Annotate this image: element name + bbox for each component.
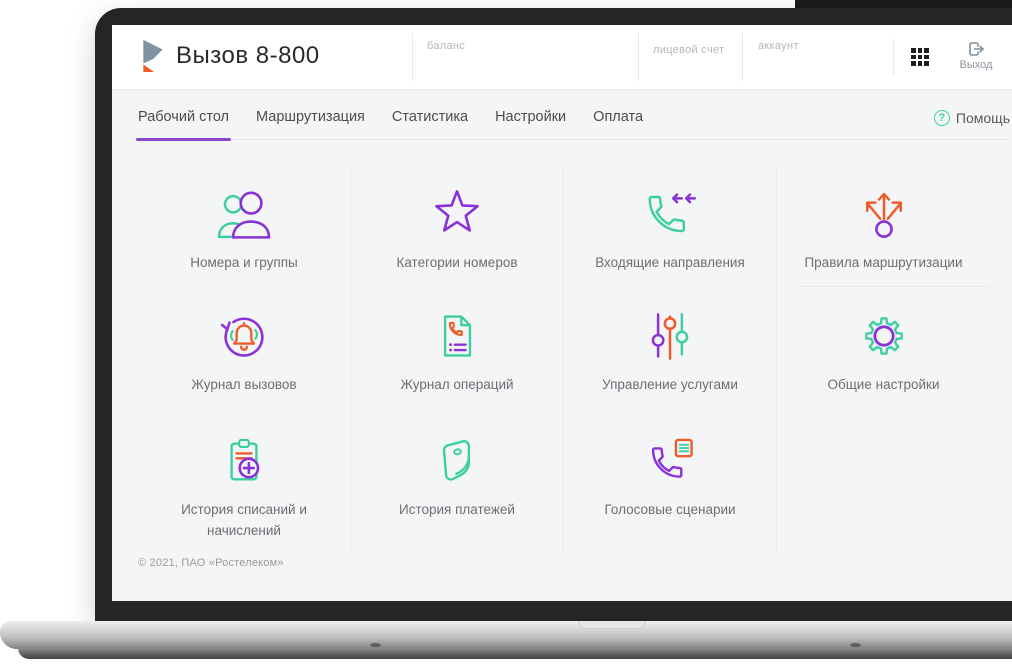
tab-desktop[interactable]: Рабочий стол	[135, 109, 232, 141]
logout-button[interactable]: Выход	[950, 42, 1002, 71]
wallet-icon	[430, 432, 484, 490]
menu-item-label: Правила маршрутизации	[804, 255, 963, 270]
tab-routing[interactable]: Маршрутизация	[256, 109, 365, 139]
menu-item-numbers-groups[interactable]: Номера и группы	[138, 165, 351, 287]
menu-item-label: Журнал вызовов	[191, 377, 297, 392]
incoming-call-icon	[643, 185, 697, 243]
help-label: Помощь	[955, 110, 1010, 126]
header-divider	[638, 33, 639, 81]
menu-item-payment-history[interactable]: История платежей	[351, 412, 564, 555]
dashboard-grid: Номера и группы Категории номеров Входящ…	[138, 165, 990, 555]
main-nav: Рабочий стол Маршрутизация Статистика На…	[135, 93, 1010, 141]
logout-label: Выход	[959, 59, 993, 71]
account-field-label: аккаунт	[758, 40, 799, 52]
laptop-latch	[578, 621, 646, 629]
menu-item-label: История списаний и начислений	[181, 502, 307, 538]
gear-icon	[857, 307, 911, 365]
menu-item-service-management[interactable]: Управление услугами	[564, 287, 777, 412]
clipboard-plus-icon	[217, 432, 271, 490]
apps-grid-icon[interactable]	[911, 48, 929, 66]
app-header: Вызов 8-800 баланс лицевой счет аккаунт	[112, 25, 1012, 90]
personal-account-field-label: лицевой счет	[653, 44, 725, 56]
menu-item-label: Категории номеров	[396, 255, 518, 270]
balance-field-label: баланс	[427, 40, 466, 52]
star-icon	[430, 185, 484, 243]
users-icon	[215, 185, 273, 243]
menu-item-incoming-directions[interactable]: Входящие направления	[564, 165, 777, 287]
laptop-foot	[850, 643, 861, 647]
menu-item-general-settings[interactable]: Общие настройки	[777, 287, 990, 412]
menu-item-label: Входящие направления	[595, 255, 745, 270]
tab-statistics[interactable]: Статистика	[392, 109, 468, 139]
operations-doc-icon	[430, 307, 484, 365]
header-divider	[893, 38, 894, 76]
voice-script-icon	[643, 432, 697, 490]
menu-item-label: Общие настройки	[827, 377, 940, 392]
header-divider	[742, 33, 743, 81]
menu-item-call-log[interactable]: Журнал вызовов	[138, 287, 351, 412]
laptop-frame: Вызов 8-800 баланс лицевой счет аккаунт	[95, 8, 1012, 621]
menu-item-label: Голосовые сценарии	[604, 502, 736, 517]
laptop-foot	[370, 643, 381, 647]
app-window: Вызов 8-800 баланс лицевой счет аккаунт	[112, 25, 1012, 601]
help-link[interactable]: Помощь	[933, 110, 1010, 126]
tab-settings[interactable]: Настройки	[495, 109, 566, 139]
empty-cell	[777, 412, 990, 555]
menu-item-routing-rules[interactable]: Правила маршрутизации	[777, 165, 990, 287]
app-title: Вызов 8-800	[176, 42, 320, 69]
menu-item-label: История платежей	[399, 502, 515, 517]
menu-item-charges-history[interactable]: История списаний и начислений	[138, 412, 351, 555]
help-icon	[933, 110, 950, 126]
laptop-base-edge	[18, 648, 1012, 659]
menu-item-number-categories[interactable]: Категории номеров	[351, 165, 564, 287]
menu-item-label: Номера и группы	[190, 255, 298, 270]
menu-item-label: Журнал операций	[400, 377, 514, 392]
header-divider	[412, 33, 413, 81]
sliders-icon	[643, 307, 697, 365]
page: Вызов 8-800 баланс лицевой счет аккаунт	[0, 0, 1012, 667]
logout-icon	[968, 42, 984, 56]
call-log-bell-icon	[217, 307, 271, 365]
menu-item-label: Управление услугами	[602, 377, 738, 392]
menu-item-voice-scenarios[interactable]: Голосовые сценарии	[564, 412, 777, 555]
rostelecom-logo-icon[interactable]	[138, 38, 168, 76]
menu-item-operations-log[interactable]: Журнал операций	[351, 287, 564, 412]
routing-arrows-icon	[857, 185, 911, 243]
copyright-text: © 2021, ПАО «Ростелеком»	[138, 557, 284, 569]
tab-payment[interactable]: Оплата	[593, 109, 643, 139]
